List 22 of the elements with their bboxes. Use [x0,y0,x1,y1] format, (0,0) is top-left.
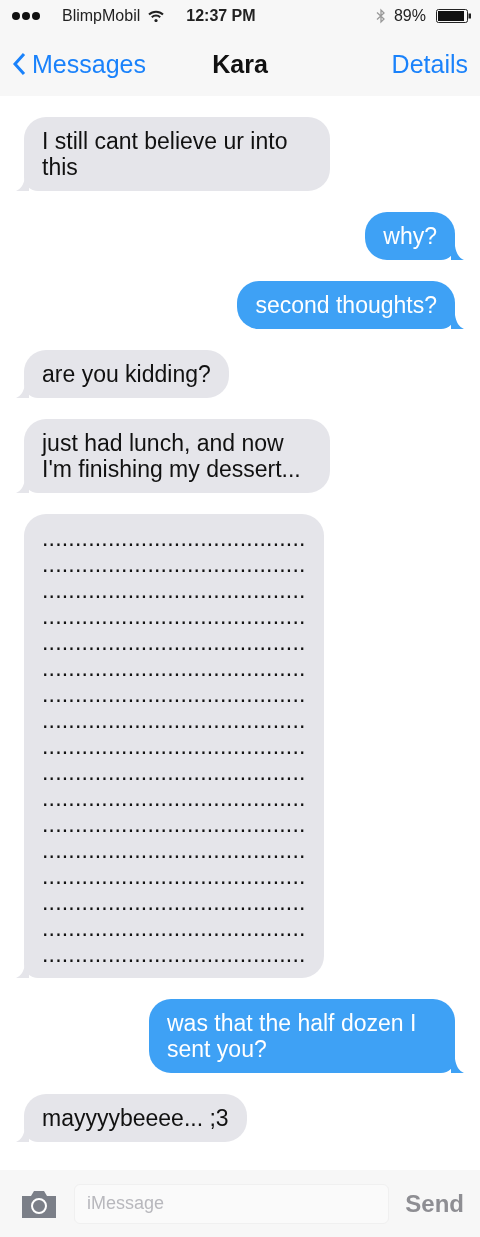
signal-icon [12,12,40,20]
camera-icon[interactable] [20,1188,58,1219]
clock-time: 12:37 PM [186,7,256,25]
bubble-tail [451,1059,464,1073]
send-button[interactable]: Send [405,1189,464,1218]
bubble-tail [16,1128,29,1142]
bubble-tail [16,964,29,978]
bubble-tail [16,384,29,398]
battery-percent: 89% [393,7,426,25]
details-button[interactable]: Details [391,49,468,79]
chevron-left-icon [12,52,26,76]
carrier-name: BlimpMobil [62,7,141,25]
bubble-tail [451,246,464,260]
bubble-tail [451,315,464,329]
bluetooth-icon [375,8,386,24]
bubble-tail [16,177,29,191]
contact-name: Kara [212,49,268,79]
bubble-tail [16,479,29,493]
message-input[interactable]: iMessage [74,1183,390,1224]
battery-icon [436,9,472,23]
wifi-icon [148,10,165,22]
back-button[interactable]: Messages [12,49,146,79]
